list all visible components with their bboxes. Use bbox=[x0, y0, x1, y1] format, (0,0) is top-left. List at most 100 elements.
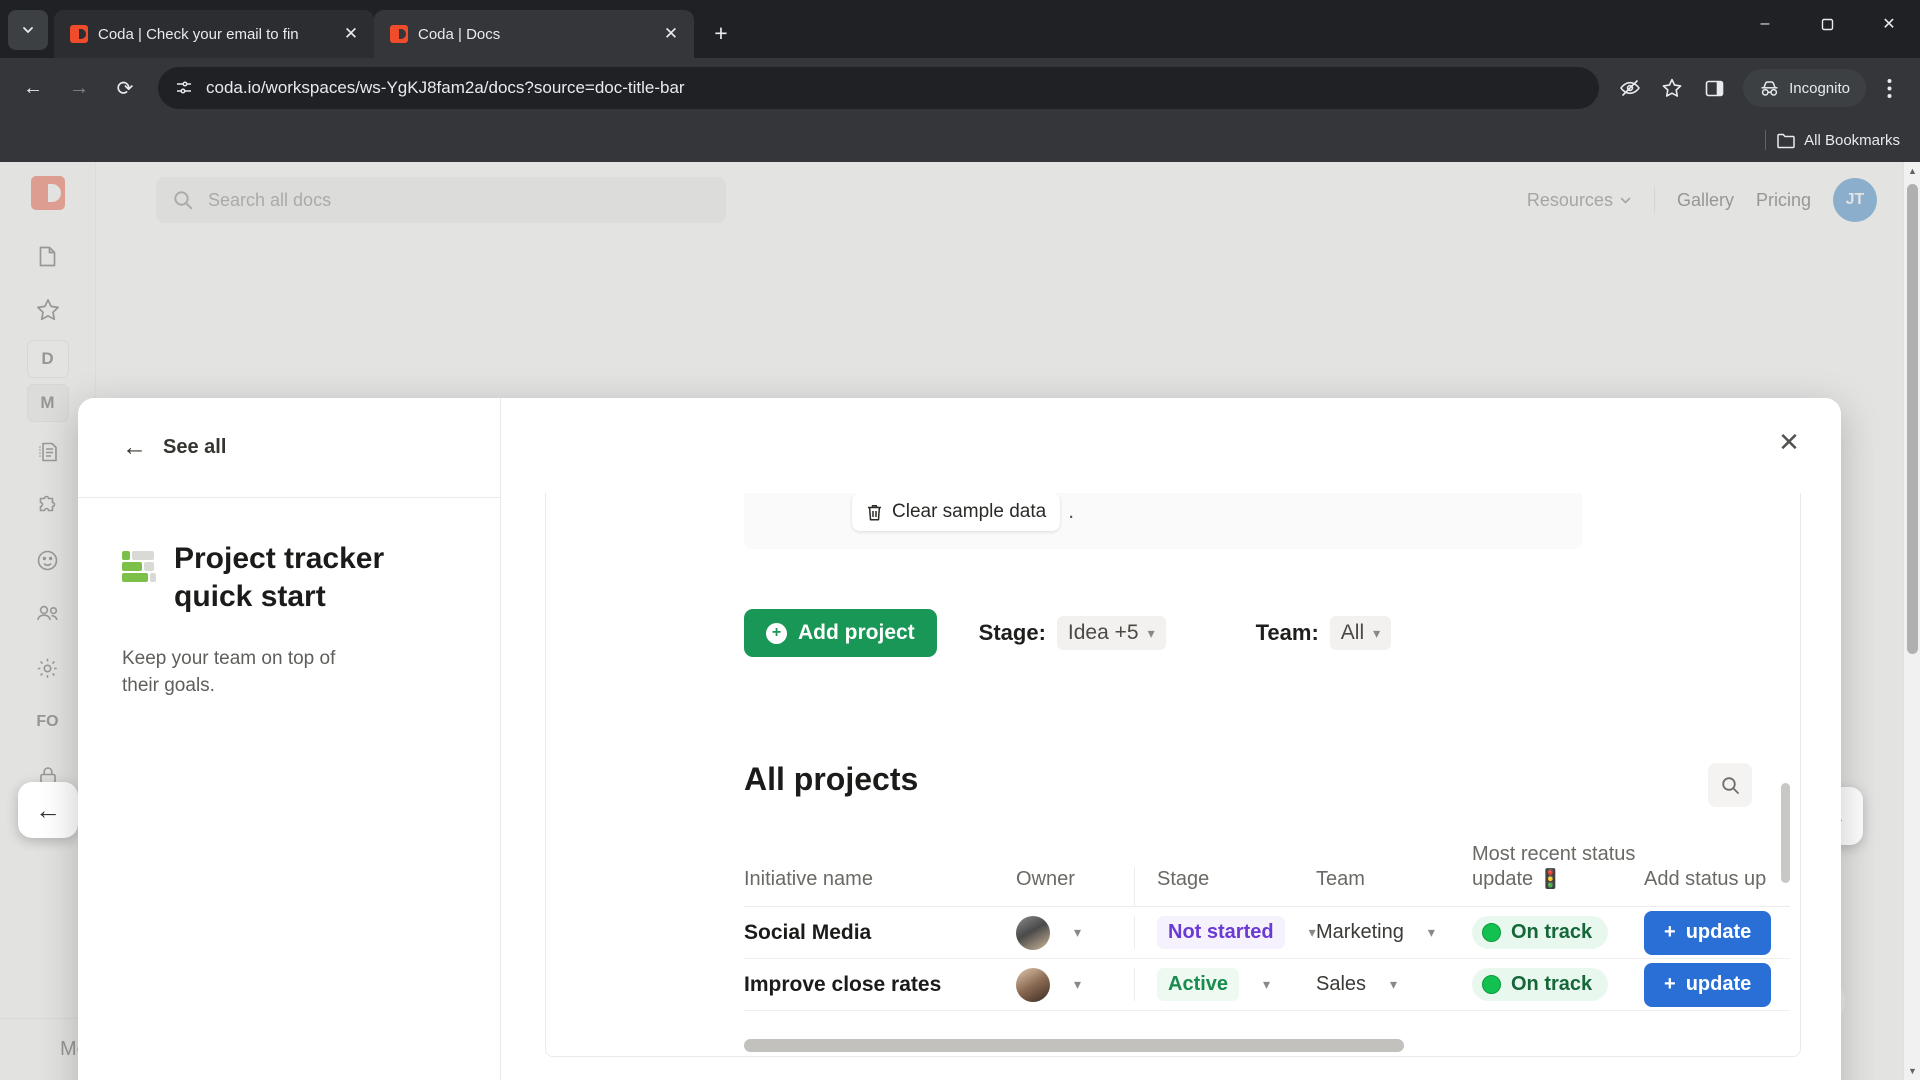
kebab-menu-icon[interactable] bbox=[1870, 69, 1908, 107]
chevron-down-icon: ▾ bbox=[1373, 624, 1381, 641]
cell-team[interactable]: Marketing ▾ bbox=[1316, 921, 1472, 944]
template-title: Project tracker quick start bbox=[174, 542, 385, 614]
cell-stage[interactable]: Not started ▾ bbox=[1134, 916, 1316, 949]
page-scrollbar[interactable]: ▲ ▼ bbox=[1903, 162, 1920, 1080]
star-icon[interactable] bbox=[1653, 69, 1691, 107]
close-icon[interactable]: ✕ bbox=[338, 21, 364, 47]
template-header: Project tracker quick start bbox=[78, 498, 500, 617]
add-project-button[interactable]: + Add project bbox=[744, 609, 937, 657]
chevron-down-icon[interactable]: ▾ bbox=[1428, 924, 1435, 941]
chevron-down-icon[interactable]: ▾ bbox=[1309, 924, 1316, 941]
cell-status[interactable]: On track bbox=[1472, 916, 1644, 949]
minimize-button[interactable]: – bbox=[1734, 0, 1796, 48]
address-bar[interactable]: coda.io/workspaces/ws-YgKJ8fam2a/docs?so… bbox=[158, 67, 1600, 109]
coda-favicon bbox=[70, 25, 88, 43]
cell-owner[interactable]: ▾ bbox=[1016, 967, 1134, 1002]
add-update-button[interactable]: + update bbox=[1644, 962, 1772, 1007]
table-row[interactable]: Social Media ▾ Not started ▾ Marketing ▾… bbox=[744, 907, 1790, 959]
close-icon[interactable]: ✕ bbox=[658, 21, 684, 47]
cell-initiative-name[interactable]: Social Media bbox=[744, 921, 1016, 945]
filter-team-value[interactable]: All ▾ bbox=[1329, 616, 1392, 650]
chevron-down-icon: ▾ bbox=[1147, 624, 1155, 641]
cell-stage[interactable]: Active ▾ bbox=[1134, 968, 1316, 1001]
all-bookmarks-button[interactable]: All Bookmarks bbox=[1776, 132, 1900, 149]
see-all-label: See all bbox=[163, 436, 227, 458]
filter-stage[interactable]: Stage: Idea +5 ▾ bbox=[979, 616, 1166, 650]
filter-stage-value-text: Idea +5 bbox=[1067, 621, 1139, 644]
scroll-down-arrow[interactable]: ▼ bbox=[1904, 1062, 1920, 1080]
status-text: On track bbox=[1511, 973, 1593, 995]
template-preview-modal: ← See all Project tracker quick start Ke… bbox=[78, 398, 1841, 1080]
modal-footer: Use template bbox=[501, 1057, 1841, 1080]
back-button[interactable]: ← bbox=[12, 67, 54, 109]
status-badge: Active bbox=[1157, 968, 1240, 1001]
callout-period: . bbox=[1068, 500, 1075, 523]
add-project-label: Add project bbox=[798, 621, 915, 644]
clear-sample-data-button[interactable]: Clear sample data bbox=[852, 493, 1061, 531]
preview-vertical-scrollbar[interactable] bbox=[1781, 783, 1790, 883]
table-header-row: Initiative name Owner Stage Team Most re… bbox=[744, 835, 1790, 907]
status-text: On track bbox=[1511, 921, 1593, 943]
incognito-indicator[interactable]: Incognito bbox=[1743, 69, 1866, 107]
cell-team-text: Marketing bbox=[1316, 921, 1404, 943]
column-header-add-status-update[interactable]: Add status up bbox=[1644, 867, 1800, 906]
browser-tab-1[interactable]: Coda | Check your email to fin ✕ bbox=[54, 10, 374, 58]
tab-title: Coda | Docs bbox=[418, 25, 501, 43]
sidebar-collapse-button[interactable]: ← bbox=[18, 782, 78, 838]
column-header-stage[interactable]: Stage bbox=[1134, 867, 1316, 906]
scroll-up-arrow[interactable]: ▲ bbox=[1904, 162, 1920, 180]
tab-title: Coda | Check your email to fin bbox=[98, 25, 299, 43]
incognito-label: Incognito bbox=[1789, 79, 1850, 97]
add-update-label: update bbox=[1685, 973, 1752, 995]
close-icon[interactable]: ✕ bbox=[1767, 420, 1811, 464]
cell-add-update: + update bbox=[1644, 910, 1800, 955]
preview-toolbar: + Add project Stage: Idea +5 ▾ Team: All… bbox=[744, 609, 1392, 657]
column-header-team[interactable]: Team bbox=[1316, 867, 1472, 906]
status-dot-icon bbox=[1482, 975, 1501, 994]
table-search-button[interactable] bbox=[1708, 763, 1752, 807]
add-update-button[interactable]: + update bbox=[1644, 910, 1772, 955]
reload-button[interactable]: ⟳ bbox=[104, 67, 146, 109]
section-title: All projects bbox=[744, 761, 919, 797]
status-badge: On track bbox=[1472, 916, 1609, 949]
new-tab-button[interactable]: + bbox=[704, 16, 738, 50]
coda-favicon bbox=[390, 25, 408, 43]
chevron-down-icon[interactable]: ▾ bbox=[1074, 976, 1081, 993]
side-panel-icon[interactable] bbox=[1695, 69, 1733, 107]
all-bookmarks-label: All Bookmarks bbox=[1804, 131, 1900, 149]
status-badge: Not started bbox=[1157, 916, 1285, 949]
filter-team[interactable]: Team: All ▾ bbox=[1256, 616, 1392, 650]
cell-owner[interactable]: ▾ bbox=[1016, 915, 1134, 950]
maximize-button[interactable] bbox=[1796, 0, 1858, 48]
chevron-down-icon[interactable]: ▾ bbox=[1263, 976, 1270, 993]
filter-stage-value[interactable]: Idea +5 ▾ bbox=[1056, 616, 1166, 650]
eye-off-icon[interactable] bbox=[1611, 69, 1649, 107]
table-row[interactable]: Improve close rates ▾ Active ▾ Sales ▾ O… bbox=[744, 959, 1790, 1011]
scrollbar-thumb[interactable] bbox=[1907, 184, 1918, 654]
modal-right-panel: ✕ ready to get started with your own inf… bbox=[501, 398, 1841, 1080]
column-header-initiative-name[interactable]: Initiative name bbox=[744, 867, 1016, 906]
column-header-most-recent-status-update[interactable]: Most recent status update 🚦 bbox=[1472, 842, 1644, 906]
status-badge: On track bbox=[1472, 968, 1609, 1001]
template-description: Keep your team on top of their goals. bbox=[122, 647, 336, 697]
tab-search-button[interactable] bbox=[8, 10, 48, 50]
incognito-icon bbox=[1759, 80, 1780, 97]
template-preview-frame: ready to get started with your own info,… bbox=[545, 493, 1801, 1057]
filter-team-label: Team: bbox=[1255, 620, 1319, 645]
see-all-button[interactable]: ← See all bbox=[78, 398, 500, 498]
arrow-left-icon: ← bbox=[122, 433, 147, 461]
cell-team[interactable]: Sales ▾ bbox=[1316, 973, 1472, 996]
cell-initiative-name[interactable]: Improve close rates bbox=[744, 973, 1016, 997]
plus-circle-icon: + bbox=[766, 622, 787, 644]
callout-row: Clear sample data . bbox=[852, 493, 1582, 531]
forward-button[interactable]: → bbox=[58, 67, 100, 109]
chevron-down-icon[interactable]: ▾ bbox=[1074, 924, 1081, 941]
column-header-owner[interactable]: Owner bbox=[1016, 867, 1134, 906]
close-window-button[interactable]: ✕ bbox=[1858, 0, 1920, 48]
browser-tab-2[interactable]: Coda | Docs ✕ bbox=[374, 10, 694, 58]
site-settings-icon[interactable] bbox=[174, 78, 194, 98]
table-horizontal-scrollbar[interactable] bbox=[744, 1039, 1404, 1052]
cell-status[interactable]: On track bbox=[1472, 968, 1644, 1001]
sample-data-callout: ready to get started with your own info,… bbox=[744, 493, 1582, 549]
chevron-down-icon[interactable]: ▾ bbox=[1390, 976, 1397, 993]
